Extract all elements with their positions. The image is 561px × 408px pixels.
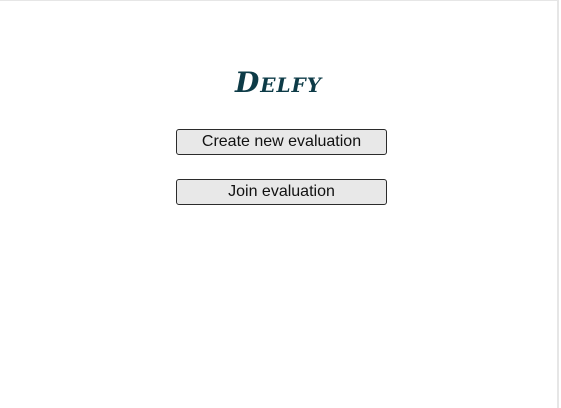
app-window: Delfy Create new evaluation Join evaluat… bbox=[0, 0, 559, 408]
join-evaluation-button[interactable]: Join evaluation bbox=[176, 179, 387, 205]
app-logo: Delfy bbox=[234, 66, 323, 99]
create-evaluation-button[interactable]: Create new evaluation bbox=[176, 129, 387, 155]
